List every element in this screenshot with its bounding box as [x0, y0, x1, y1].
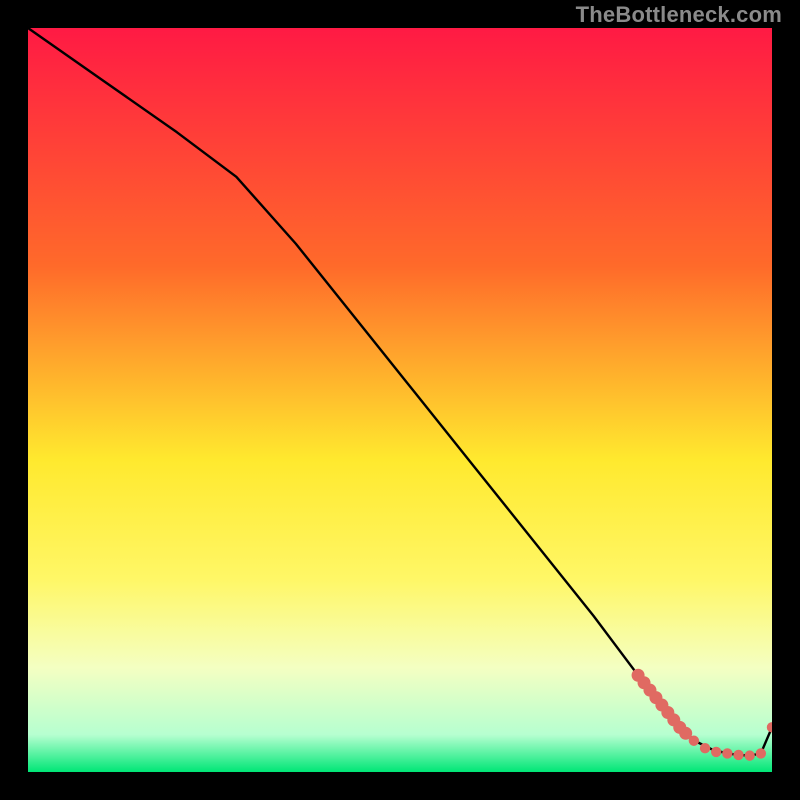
marker-point	[756, 748, 766, 758]
plot-area	[28, 28, 772, 772]
marker-point	[689, 736, 699, 746]
attribution-label: TheBottleneck.com	[576, 2, 782, 28]
marker-point	[722, 748, 732, 758]
chart-frame: TheBottleneck.com	[0, 0, 800, 800]
marker-point	[700, 743, 710, 753]
marker-point	[711, 747, 721, 757]
marker-point	[733, 750, 743, 760]
gradient-curve-chart	[28, 28, 772, 772]
gradient-background	[28, 28, 772, 772]
marker-point	[744, 750, 754, 760]
